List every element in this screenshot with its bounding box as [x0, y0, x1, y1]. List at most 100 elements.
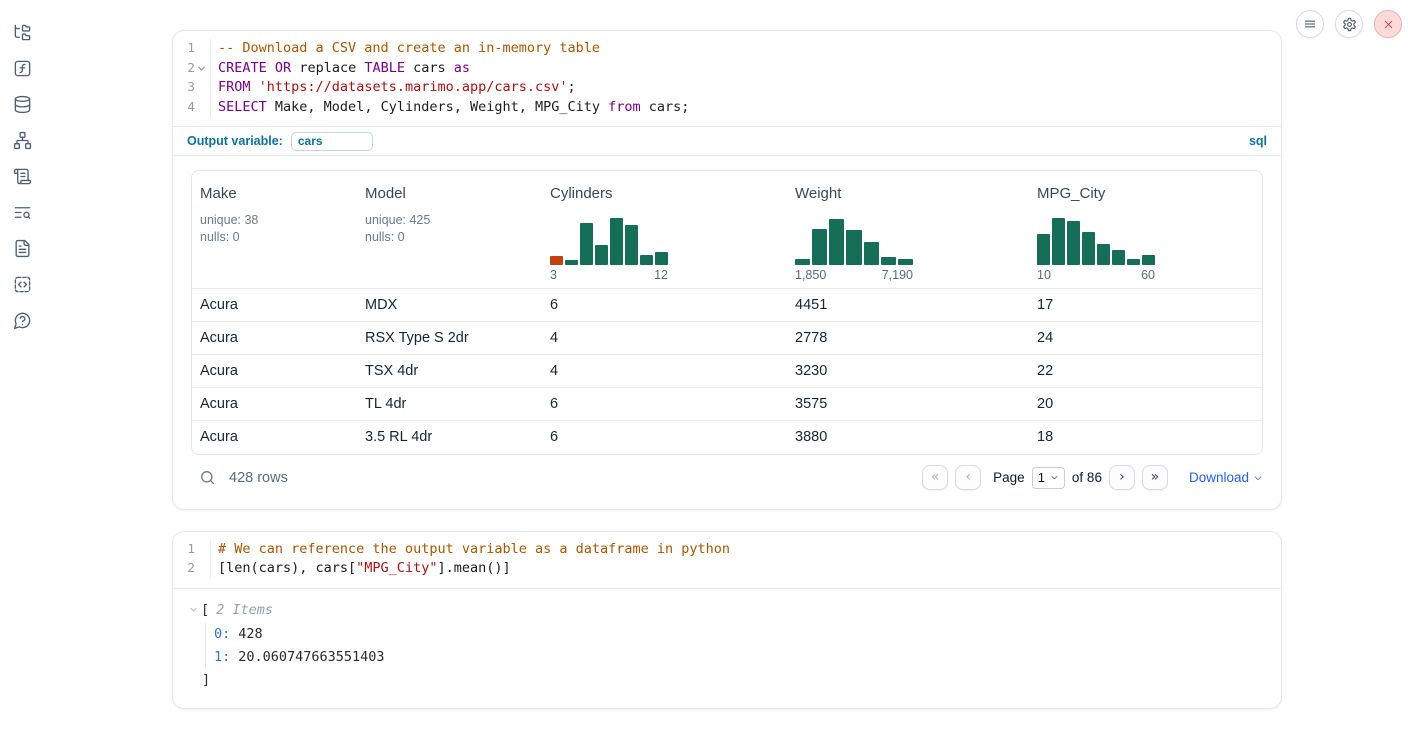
table-cell: 3575: [787, 388, 1029, 421]
sidebar-datasources-button[interactable]: [4, 86, 40, 122]
page-select[interactable]: 1: [1032, 467, 1065, 489]
first-page-button[interactable]: «: [922, 465, 948, 490]
table-cell: Acura: [192, 421, 357, 454]
histogram-bar: [795, 259, 810, 265]
download-button[interactable]: Download: [1189, 470, 1263, 485]
fold-gutter: [195, 39, 208, 59]
functions-icon: [13, 59, 32, 78]
data-table: Makeunique: 38nulls: 0 Model unique: 425nu…: [191, 170, 1263, 455]
table-cell: 24: [1029, 322, 1262, 355]
column-header-cylinders[interactable]: Cylinders312: [542, 171, 787, 289]
line-number: 2: [173, 559, 195, 579]
histogram-bar: [898, 259, 913, 265]
column-header-mpg_city[interactable]: MPG_City 1060: [1029, 171, 1262, 289]
snippets-icon: [13, 275, 32, 294]
sql-code-editor[interactable]: 1-- Download a CSV and create an in-memo…: [173, 31, 1281, 126]
column-title: Make: [200, 185, 349, 202]
logs-icon: [13, 203, 32, 222]
sidebar-help-button[interactable]: [4, 302, 40, 338]
histogram-bar: [1037, 234, 1050, 265]
sidebar-snippets-button[interactable]: [4, 266, 40, 302]
sidebar-file-explorer-button[interactable]: [4, 14, 40, 50]
column-histogram: [795, 215, 913, 265]
column-histogram: [550, 215, 668, 265]
histogram-bar: [812, 229, 827, 265]
column-stats: unique: 425nulls: 0: [365, 212, 534, 245]
histogram-axis-labels: 1060: [1037, 268, 1155, 282]
notebook: 1-- Download a CSV and create an in-memo…: [172, 30, 1282, 709]
code-line[interactable]: 4SELECT Make, Model, Cylinders, Weight, …: [173, 98, 1281, 118]
download-label: Download: [1189, 470, 1249, 485]
histogram-bar: [1112, 250, 1125, 265]
column-histogram: [1037, 215, 1155, 265]
sidebar-dependency-graph-button[interactable]: [4, 122, 40, 158]
table-cell: Acura: [192, 355, 357, 388]
scratchpad-icon: [13, 167, 32, 186]
column-header-make[interactable]: Makeunique: 38nulls: 0: [192, 171, 357, 289]
sidebar-logs-button[interactable]: [4, 194, 40, 230]
output-variable-row: Output variable: sql: [173, 126, 1281, 155]
histogram-bar: [595, 245, 608, 265]
table-cell: 4: [542, 322, 787, 355]
datasources-icon: [13, 95, 32, 114]
table-cell: 17: [1029, 289, 1262, 322]
page-select-value: 1: [1038, 470, 1045, 485]
settings-button[interactable]: [1335, 10, 1363, 38]
histogram-bar: [565, 260, 578, 265]
histogram-bar: [655, 252, 668, 265]
code-line[interactable]: 1-- Download a CSV and create an in-memo…: [173, 39, 1281, 59]
table-cell: 6: [542, 421, 787, 454]
sidebar-functions-button[interactable]: [4, 50, 40, 86]
list-item: 1:20.060747663551403: [214, 646, 1265, 669]
python-code-editor[interactable]: 1# We can reference the output variable …: [173, 532, 1281, 588]
table-cell: 2778: [787, 322, 1029, 355]
code-line[interactable]: 3FROM 'https://datasets.marimo.app/cars.…: [173, 78, 1281, 98]
menu-button[interactable]: [1296, 10, 1324, 38]
column-title: MPG_City: [1037, 185, 1254, 202]
sidebar-scratchpad-button[interactable]: [4, 158, 40, 194]
table-row: AcuraTSX 4dr4323022: [192, 355, 1262, 388]
histogram-bar: [625, 225, 638, 265]
code-line[interactable]: 2[len(cars), cars["MPG_City"].mean()]: [173, 559, 1281, 579]
column-title: Model: [365, 185, 534, 202]
search-icon: [199, 469, 216, 486]
tree-collapse-toggle[interactable]: [189, 605, 198, 614]
fold-chevron-icon[interactable]: [195, 59, 208, 79]
list-open-bracket: [: [201, 602, 209, 618]
histogram-axis-labels: 1,8507,190: [795, 268, 913, 282]
file-explorer-icon: [13, 23, 32, 42]
table-cell: 4: [542, 355, 787, 388]
next-page-button[interactable]: ›: [1109, 465, 1135, 490]
column-header-model[interactable]: Model unique: 425nulls: 0: [357, 171, 542, 289]
column-header-weight[interactable]: Weight1,8507,190: [787, 171, 1029, 289]
histogram-bar: [1082, 232, 1095, 266]
code-line[interactable]: 1# We can reference the output variable …: [173, 540, 1281, 560]
menu-icon: [1303, 17, 1317, 31]
list-items-count: 2 Items: [216, 602, 273, 618]
histogram-bar: [1067, 221, 1080, 265]
sidebar-documentation-button[interactable]: [4, 230, 40, 266]
histogram-bar: [1142, 255, 1155, 266]
list-item: 0:428: [214, 623, 1265, 646]
chevron-down-icon: [189, 605, 198, 614]
python-cell: 1# We can reference the output variable …: [172, 531, 1282, 709]
chevron-down-icon: [1050, 473, 1059, 482]
histogram-bar: [1127, 259, 1140, 266]
output-variable-input[interactable]: [291, 132, 373, 151]
histogram-bar: [640, 255, 653, 265]
histogram-bar: [864, 242, 879, 266]
column-title: Cylinders: [550, 185, 779, 202]
table-cell: Acura: [192, 388, 357, 421]
list-items: 0:4281:20.060747663551403: [205, 623, 1265, 669]
table-row: AcuraMDX6445117: [192, 289, 1262, 322]
histogram-bar: [829, 219, 844, 265]
search-button[interactable]: [199, 469, 216, 486]
last-page-button[interactable]: »: [1142, 465, 1168, 490]
shutdown-button[interactable]: [1374, 10, 1402, 38]
table-cell: Acura: [192, 322, 357, 355]
code-line[interactable]: 2CREATE OR replace TABLE cars as: [173, 59, 1281, 79]
table-cell: 6: [542, 388, 787, 421]
prev-page-button[interactable]: ‹: [955, 465, 981, 490]
table-cell: MDX: [357, 289, 542, 322]
table-cell: 6: [542, 289, 787, 322]
